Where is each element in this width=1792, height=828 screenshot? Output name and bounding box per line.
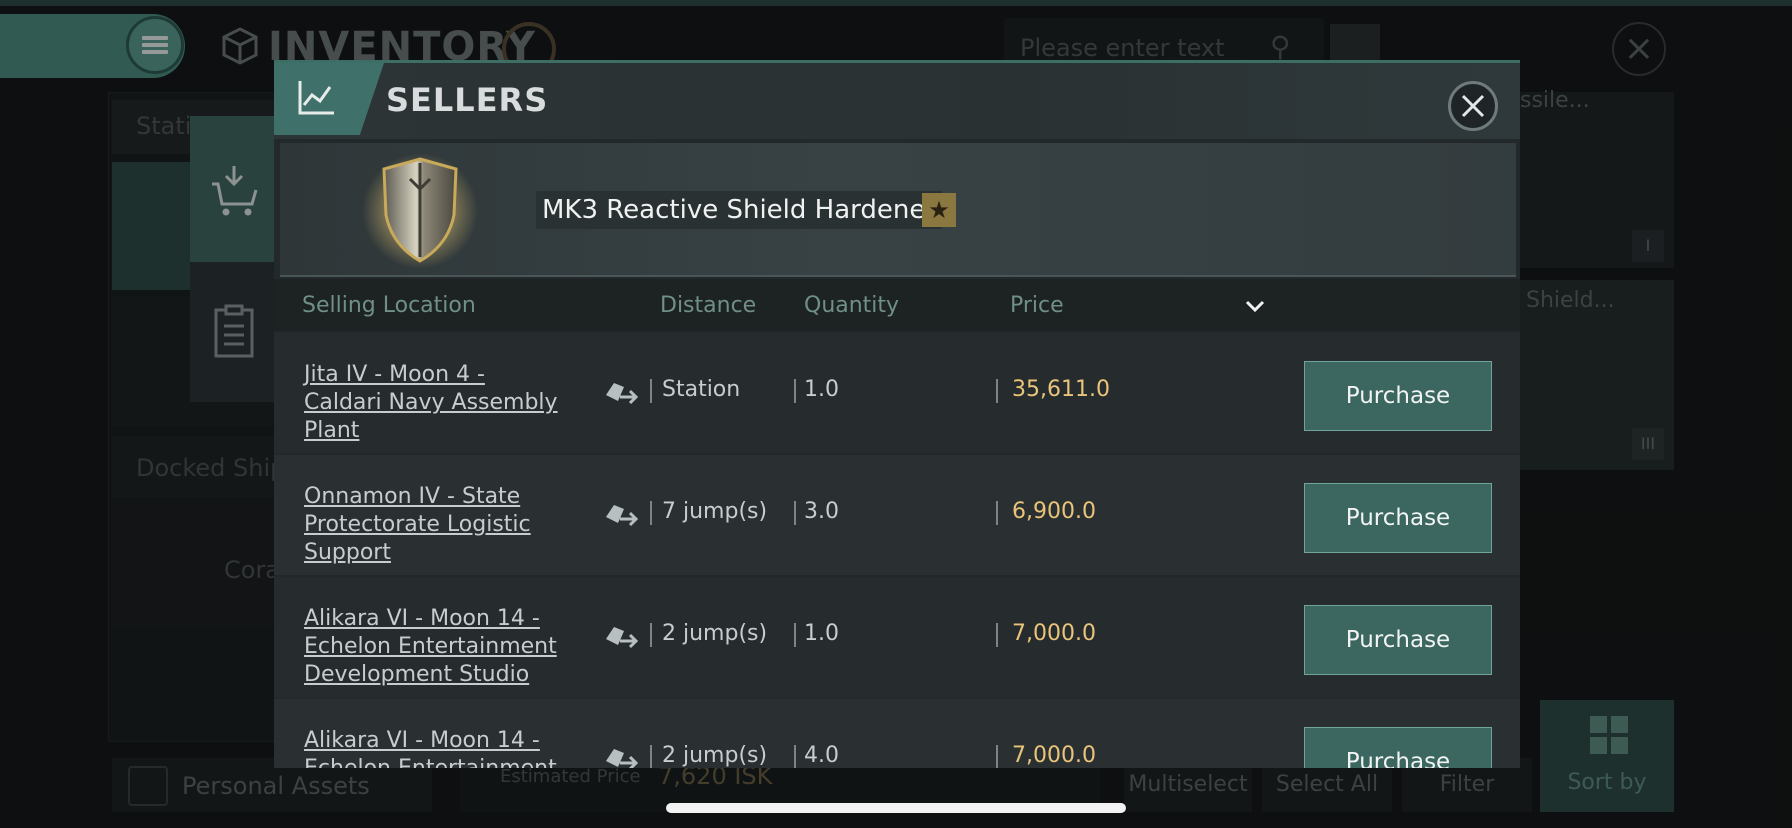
table-row: Alikara VI - Moon 14 - Echelon Entertain… — [274, 699, 1520, 768]
route-icon[interactable] — [600, 741, 642, 768]
chart-icon — [298, 81, 334, 115]
modal-title: SELLERS — [386, 81, 549, 119]
selling-location-link[interactable]: Jita IV - Moon 4 - Caldari Navy Assembly… — [304, 361, 564, 445]
separator — [996, 379, 998, 403]
distance-value: 7 jump(s) — [662, 499, 768, 524]
separator — [996, 623, 998, 647]
column-header-price: Price — [1010, 293, 1064, 318]
modal-header: SELLERS — [274, 63, 1520, 139]
purchase-button[interactable]: Purchase — [1304, 483, 1492, 553]
star-icon[interactable]: ★ — [922, 193, 956, 227]
separator — [996, 745, 998, 768]
separator — [650, 623, 652, 647]
column-header-quantity: Quantity — [804, 293, 900, 318]
route-icon[interactable] — [600, 497, 642, 529]
table-row: Alikara VI - Moon 14 - Echelon Entertain… — [274, 577, 1520, 697]
separator — [650, 501, 652, 525]
home-indicator[interactable] — [666, 803, 1126, 813]
table-row: Jita IV - Moon 4 - Caldari Navy Assembly… — [274, 333, 1520, 453]
separator — [794, 379, 796, 403]
quantity-value: 3.0 — [804, 499, 839, 524]
quantity-value: 4.0 — [804, 743, 839, 768]
column-header-distance: Distance — [660, 293, 757, 318]
route-icon[interactable] — [600, 619, 642, 651]
table-row: Onnamon IV - State Protectorate Logistic… — [274, 455, 1520, 575]
close-button[interactable] — [1448, 81, 1498, 131]
header-tab — [274, 63, 384, 135]
price-value: 7,000.0 — [1012, 743, 1096, 768]
quantity-value: 1.0 — [804, 377, 839, 402]
separator — [794, 501, 796, 525]
item-name: MK3 Reactive Shield Hardener — [542, 195, 937, 225]
distance-value: Station — [662, 377, 741, 402]
separator — [996, 501, 998, 525]
shield-icon — [362, 153, 478, 269]
separator — [650, 745, 652, 768]
separator — [650, 379, 652, 403]
purchase-button[interactable]: Purchase — [1304, 727, 1492, 768]
item-banner: MK3 Reactive Shield Hardener ★ — [280, 143, 1516, 277]
column-header-location: Selling Location — [302, 293, 476, 318]
sellers-modal: SELLERS MK3 Reactive Shield Hardener ★ S… — [274, 60, 1520, 768]
separator — [794, 745, 796, 768]
route-icon[interactable] — [600, 375, 642, 407]
item-name-box: MK3 Reactive Shield Hardener — [536, 191, 943, 229]
quantity-value: 1.0 — [804, 621, 839, 646]
purchase-button[interactable]: Purchase — [1304, 605, 1492, 675]
purchase-button[interactable]: Purchase — [1304, 361, 1492, 431]
selling-location-link[interactable]: Onnamon IV - State Protectorate Logistic… — [304, 483, 564, 567]
price-value: 35,611.0 — [1012, 377, 1110, 402]
price-value: 6,900.0 — [1012, 499, 1096, 524]
table-header: Selling Location Distance Quantity Price — [274, 279, 1520, 331]
selling-location-link[interactable]: Alikara VI - Moon 14 - Echelon Entertain… — [304, 727, 564, 768]
selling-location-link[interactable]: Alikara VI - Moon 14 - Echelon Entertain… — [304, 605, 564, 689]
price-value: 7,000.0 — [1012, 621, 1096, 646]
chevron-down-icon[interactable] — [1244, 295, 1266, 317]
distance-value: 2 jump(s) — [662, 621, 768, 646]
distance-value: 2 jump(s) — [662, 743, 768, 768]
separator — [794, 623, 796, 647]
close-icon — [1461, 94, 1485, 118]
